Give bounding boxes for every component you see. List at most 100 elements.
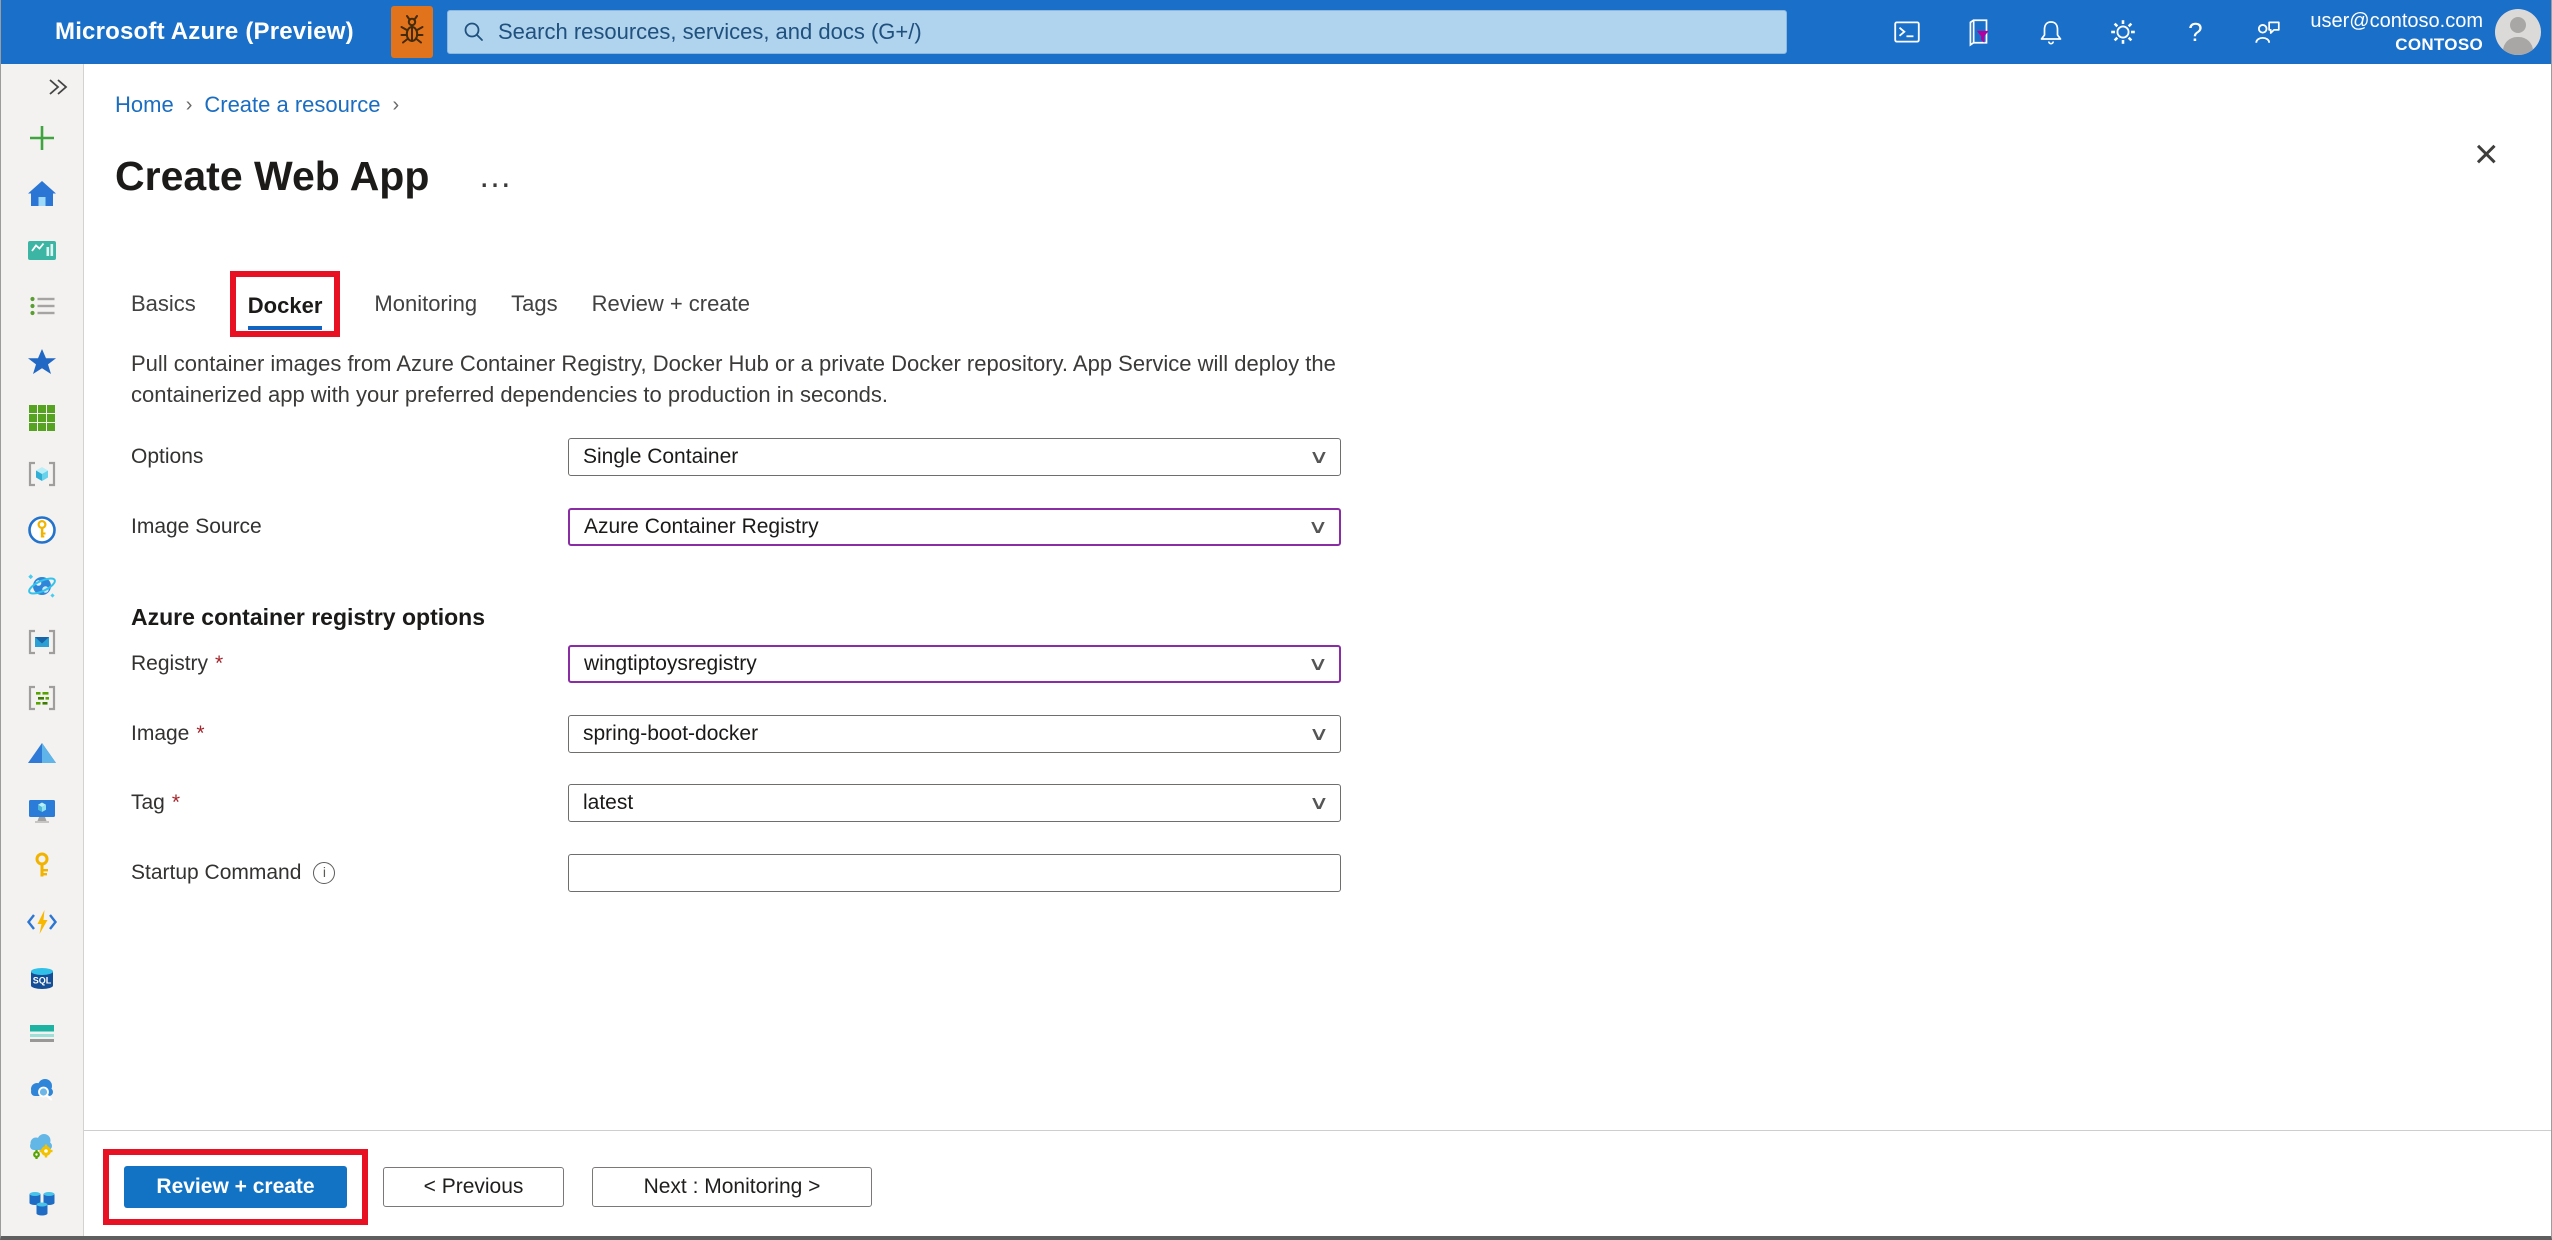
sidebar-item-azure-monitor[interactable]	[1, 1062, 83, 1118]
cloud-gear-icon	[30, 1134, 53, 1159]
registry-dropdown[interactable]: wingtiptoysregistry ∨	[568, 645, 1341, 683]
notifications-icon	[2041, 21, 2062, 45]
tag-label: Tag *	[131, 791, 181, 814]
review-create-annotation-box: Review + create	[103, 1149, 368, 1225]
pyramid-icon	[28, 743, 56, 763]
monitor-cube-icon	[29, 800, 55, 823]
options-dropdown[interactable]: Single Container ∨	[568, 438, 1341, 476]
chevron-down-icon: ∨	[1307, 653, 1329, 675]
feedback-button[interactable]	[2252, 17, 2282, 47]
registry-label: Registry *	[131, 652, 224, 675]
tab-tags[interactable]: Tags	[511, 291, 557, 317]
breadcrumb-create-a-resource[interactable]: Create a resource	[204, 92, 380, 118]
close-icon[interactable]: ×	[2474, 130, 2499, 178]
help-icon: ?	[2188, 16, 2203, 47]
sidebar-item-azure-cosmos-db[interactable]	[1, 558, 83, 614]
help-button[interactable]: ?	[2180, 17, 2210, 47]
chevron-down-icon: ∨	[1308, 446, 1330, 468]
review-create-button[interactable]: Review + create	[124, 1166, 347, 1208]
breadcrumb-home[interactable]: Home	[115, 92, 174, 118]
previous-button[interactable]: < Previous	[383, 1167, 564, 1207]
star-icon	[28, 349, 56, 374]
list-icon	[30, 296, 55, 316]
sidebar-item-home[interactable]	[1, 166, 83, 222]
sidebar-item-favorites[interactable]	[1, 334, 83, 390]
sidebar-item-sql-databases[interactable]: SQL	[1, 950, 83, 1006]
sidebar-item-virtual-machines[interactable]	[1, 782, 83, 838]
global-search-box[interactable]	[447, 10, 1787, 54]
top-bar: Microsoft Azure (Preview) Search resourc…	[1, 0, 2551, 64]
bug-icon	[397, 13, 427, 52]
sidebar-item-service-bus[interactable]	[1, 614, 83, 670]
directory-filter-button[interactable]	[1964, 17, 1994, 47]
settings-button[interactable]	[2108, 17, 2138, 47]
sidebar-item-all-services[interactable]	[1, 278, 83, 334]
cloud-shell-button[interactable]	[1892, 17, 1922, 47]
form-row-image: Image * spring-boot-docker ∨	[131, 715, 1346, 753]
sidebar-item-storage-accounts[interactable]	[1, 1006, 83, 1062]
tab-review-create[interactable]: Review + create	[592, 291, 750, 317]
bug-report-button[interactable]	[391, 6, 433, 58]
breadcrumb-separator-icon: ›	[392, 93, 400, 116]
startup-command-input[interactable]	[583, 861, 1326, 885]
plus-icon	[30, 126, 54, 150]
chevron-down-icon: ∨	[1308, 723, 1330, 745]
tab-basics[interactable]: Basics	[131, 291, 196, 317]
breadcrumb: Home › Create a resource ›	[115, 92, 411, 118]
form-row-registry: Registry * wingtiptoysregistry ∨	[131, 645, 1346, 683]
form-row-image-source: Image Source Azure Container Registry ∨	[131, 508, 1346, 546]
avatar-body	[2503, 37, 2533, 55]
expand-sidebar-button[interactable]	[1, 64, 83, 110]
function-lightning-icon	[26, 910, 58, 934]
cloud-search-icon	[31, 1079, 53, 1101]
image-dropdown[interactable]: spring-boot-docker ∨	[568, 715, 1341, 753]
double-chevron-right-icon	[49, 79, 68, 95]
info-icon[interactable]: i	[313, 862, 336, 884]
sidebar-item-function-apps[interactable]	[1, 894, 83, 950]
image-source-label: Image Source	[131, 515, 262, 538]
planet-globe-icon	[28, 574, 56, 598]
required-marker: *	[171, 791, 181, 814]
notifications-button[interactable]	[2036, 17, 2066, 47]
next-monitoring-button[interactable]: Next : Monitoring >	[592, 1167, 872, 1207]
sidebar-item-batch-accounts[interactable]	[1, 670, 83, 726]
user-tenant: CONTOSO	[2395, 34, 2483, 54]
sidebar-item-create-a-resource[interactable]	[1, 110, 83, 166]
grid-icon	[29, 405, 55, 431]
form-row-startup-command: Startup Command i	[131, 854, 1346, 892]
tab-bar: Basics Docker Monitoring Tags Review + c…	[131, 260, 750, 348]
avatar[interactable]	[2495, 9, 2541, 55]
sidebar: SQL	[1, 64, 84, 1236]
user-email: user@contoso.com	[2310, 9, 2483, 32]
sql-database-icon: SQL	[31, 968, 53, 989]
directory-filter-icon	[1969, 19, 1990, 47]
sidebar-item-quickstart-center[interactable]	[1, 502, 83, 558]
image-source-value: Azure Container Registry	[584, 515, 819, 538]
startup-command-field	[568, 854, 1341, 892]
sidebar-item-all-resources[interactable]	[1, 390, 83, 446]
options-value: Single Container	[583, 445, 739, 468]
sidebar-item-dashboard[interactable]	[1, 222, 83, 278]
sidebar-item-all-databases[interactable]	[1, 1174, 83, 1230]
registry-value: wingtiptoysregistry	[584, 652, 757, 675]
sidebar-item-key-vaults[interactable]	[1, 838, 83, 894]
options-label: Options	[131, 445, 204, 468]
avatar-head	[2510, 17, 2526, 33]
account-menu[interactable]: user@contoso.com CONTOSO	[2310, 9, 2483, 55]
flow-brackets-icon	[28, 685, 56, 711]
tab-docker[interactable]: Docker	[247, 293, 323, 330]
key-icon	[35, 852, 49, 877]
form-row-options: Options Single Container ∨	[131, 438, 1346, 476]
topbar-actions: ?	[1892, 17, 2282, 47]
feedback-icon	[2255, 21, 2281, 43]
image-source-dropdown[interactable]: Azure Container Registry ∨	[568, 508, 1341, 546]
search-input[interactable]	[498, 19, 1772, 45]
tab-monitoring[interactable]: Monitoring	[374, 291, 477, 317]
docker-tab-annotation-box: Docker	[229, 271, 341, 337]
tag-dropdown[interactable]: latest ∨	[568, 784, 1341, 822]
sidebar-item-azure-active-directory[interactable]	[1, 726, 83, 782]
docker-tab-description: Pull container images from Azure Contain…	[131, 351, 1336, 407]
sidebar-item-cloud-services[interactable]	[1, 1118, 83, 1174]
sidebar-item-app-services[interactable]	[1, 446, 83, 502]
more-menu-icon[interactable]: …	[478, 152, 514, 200]
